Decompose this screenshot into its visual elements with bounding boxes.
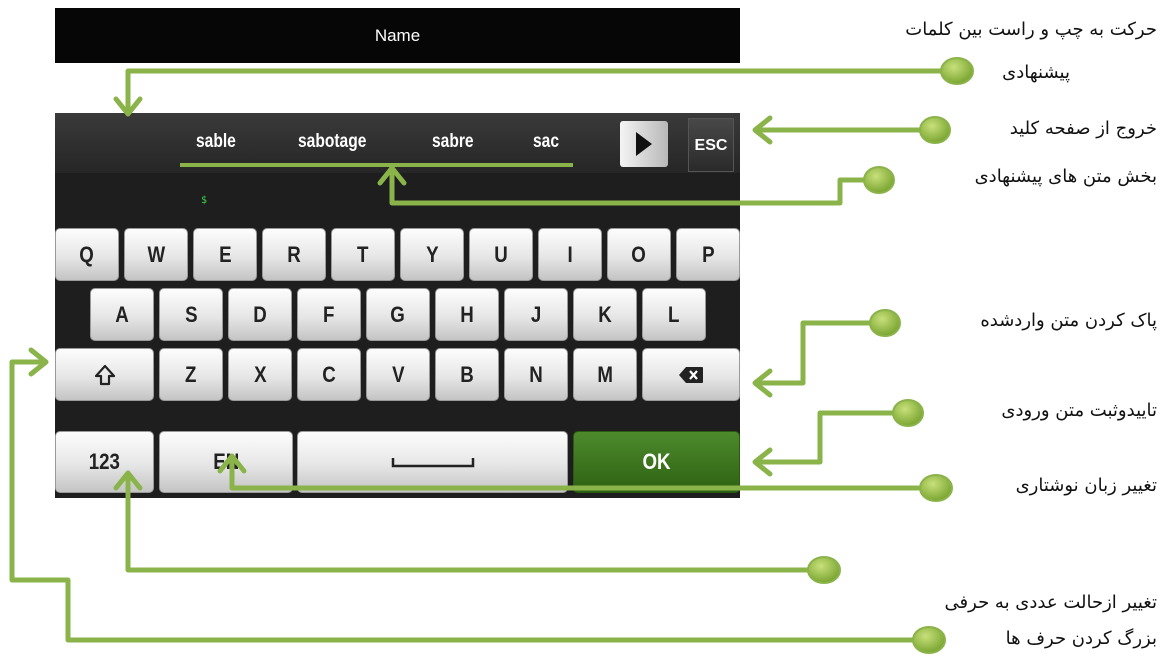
annotation-connectors bbox=[9, 57, 974, 654]
annotation-capitalize: بزرگ کردن حرف ها bbox=[1005, 628, 1157, 649]
annotation-confirm-text: تاییدوثبت متن ورودی bbox=[1001, 400, 1157, 421]
annotation-move-suggestions-cont: پیشنهادی bbox=[1002, 62, 1070, 83]
annotation-numeric-to-alpha: تغییر ازحالت عددی به حرفی bbox=[944, 592, 1157, 613]
annotation-clear-text: پاک کردن متن واردشده bbox=[980, 310, 1157, 331]
annotation-move-suggestions: حرکت به چپ و راست بین کلمات bbox=[905, 19, 1157, 40]
annotation-suggestion-area: بخش متن های پیشنهادی bbox=[974, 166, 1157, 187]
annotation-exit-keyboard: خروج از صفحه کلید bbox=[1009, 118, 1157, 139]
annotation-change-language: تغییر زبان نوشتاری bbox=[1015, 475, 1157, 496]
